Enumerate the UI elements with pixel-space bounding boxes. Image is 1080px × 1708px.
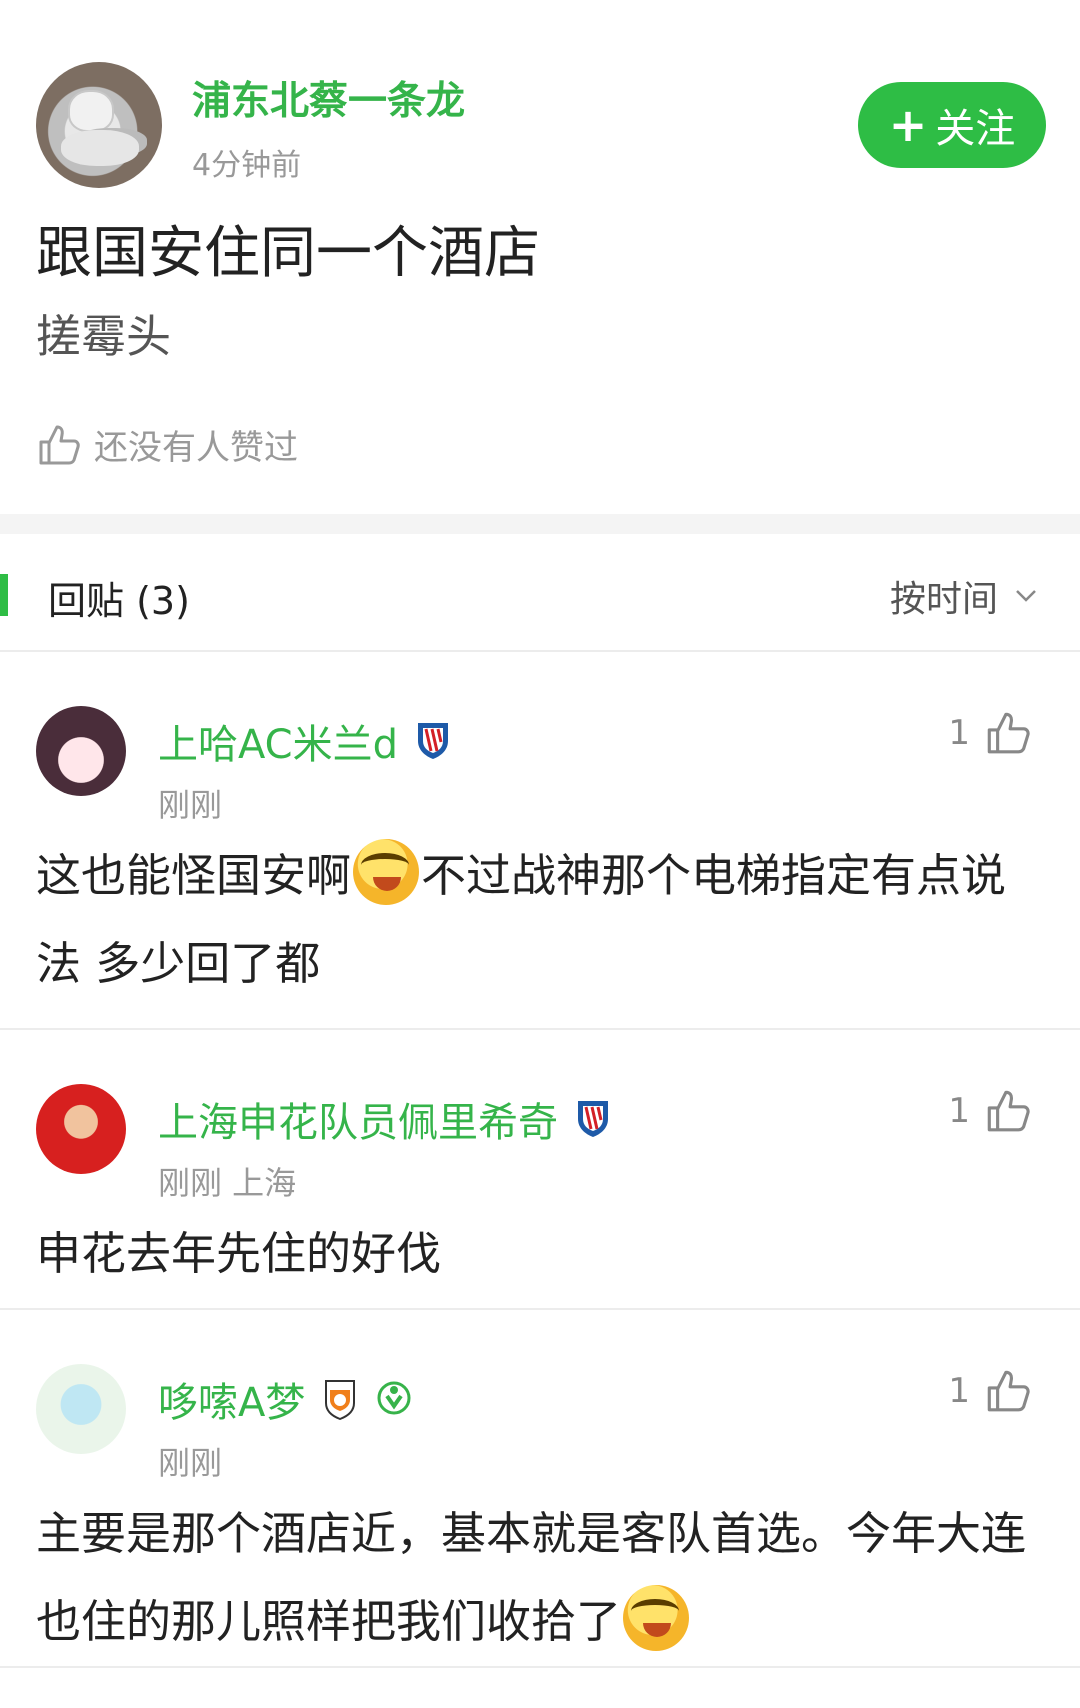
commenter-avatar[interactable]: [36, 706, 126, 796]
follow-button[interactable]: + 关注: [858, 82, 1046, 168]
comment-text-part: 这也能怪国安啊: [36, 849, 352, 902]
comment-item: 上海申花队员佩里希奇 刚刚 上海 1 申花去年先住的好伐: [0, 1030, 1080, 1310]
sort-label: 按时间: [889, 579, 998, 620]
commenter-name[interactable]: 上海申花队员佩里希奇: [158, 1090, 558, 1148]
commenter-avatar[interactable]: [36, 1364, 126, 1454]
commenter-avatar[interactable]: [36, 1084, 126, 1174]
commenter-name-row: 上海申花队员佩里希奇: [158, 1090, 612, 1148]
reply-header: 回贴 (3) 按时间: [0, 540, 1080, 652]
author-name[interactable]: 浦东北蔡一条龙: [192, 70, 465, 126]
post-time: 4分钟前: [192, 148, 302, 183]
author-avatar[interactable]: [36, 62, 162, 188]
team-badge-icon: [325, 1380, 356, 1420]
comment-like-count: 1: [948, 1371, 970, 1411]
section-divider: [0, 514, 1080, 534]
team-badge-icon: [578, 1101, 608, 1137]
sort-select[interactable]: 按时间: [890, 570, 1040, 622]
thumb-up-icon: [987, 1370, 1030, 1412]
like-status-text: 还没有人赞过: [94, 428, 298, 468]
comment-time-location: 刚刚 上海: [158, 1164, 297, 1202]
reply-count-title: 回贴 (3): [48, 579, 190, 623]
comment-text: 这也能怪国安啊 不过战神那个电梯指定有点说法 多少回了都: [36, 832, 1036, 1008]
follow-label: 关注: [935, 106, 1016, 152]
chevron-down-icon: [1016, 590, 1036, 602]
comment-like-button[interactable]: 1: [948, 1366, 1032, 1416]
post-like-button[interactable]: 还没有人赞过: [34, 420, 298, 469]
post-header: 浦东北蔡一条龙 4分钟前 + 关注: [36, 62, 1046, 192]
thumb-up-icon: [987, 712, 1030, 754]
thumb-up-icon: [39, 425, 80, 464]
commenter-name-row: 上哈AC米兰d: [158, 712, 452, 770]
comment-item: 上哈AC米兰d 刚刚 1 这也能怪国安啊 不过战神那个电梯指定有点说法 多少回了都: [0, 652, 1080, 1030]
team-badge-icon: [417, 723, 448, 759]
post-title: 跟国安住同一个酒店: [36, 221, 540, 286]
facepalm-laugh-emoji-icon: [353, 839, 420, 905]
commenter-name[interactable]: 哆嗦A梦: [158, 1370, 305, 1428]
comment-time: 刚刚: [158, 1444, 223, 1482]
comment-text: 主要是那个酒店近，基本就是客队首选。今年大连也住的那儿照样把我们收拾了: [36, 1490, 1036, 1666]
thumb-up-icon: [987, 1090, 1030, 1132]
plus-icon: +: [888, 98, 928, 152]
comment-text: 申花去年先住的好伐: [36, 1227, 442, 1280]
reply-section-marker: [0, 574, 8, 616]
green-team-badge-icon: [377, 1381, 411, 1415]
comment-like-button[interactable]: 1: [948, 708, 1032, 758]
commenter-name[interactable]: 上哈AC米兰d: [158, 712, 398, 770]
comment-like-count: 1: [948, 1091, 970, 1131]
post-body: 搓霉头: [36, 310, 172, 363]
comment-item: 哆嗦A梦 刚刚 1 主要是那个酒店近，基本就是客队首选。今年大连也住的那儿照样把…: [0, 1310, 1080, 1668]
comment-text-part: 主要是那个酒店近，基本就是客队首选。今年大连也住的那儿照样把我们收拾了: [36, 1507, 1027, 1648]
commenter-name-row: 哆嗦A梦: [158, 1370, 413, 1428]
comment-time: 刚刚: [158, 786, 223, 824]
comment-like-button[interactable]: 1: [948, 1086, 1032, 1136]
facepalm-laugh-emoji-icon: [623, 1585, 690, 1651]
comment-like-count: 1: [948, 713, 970, 753]
